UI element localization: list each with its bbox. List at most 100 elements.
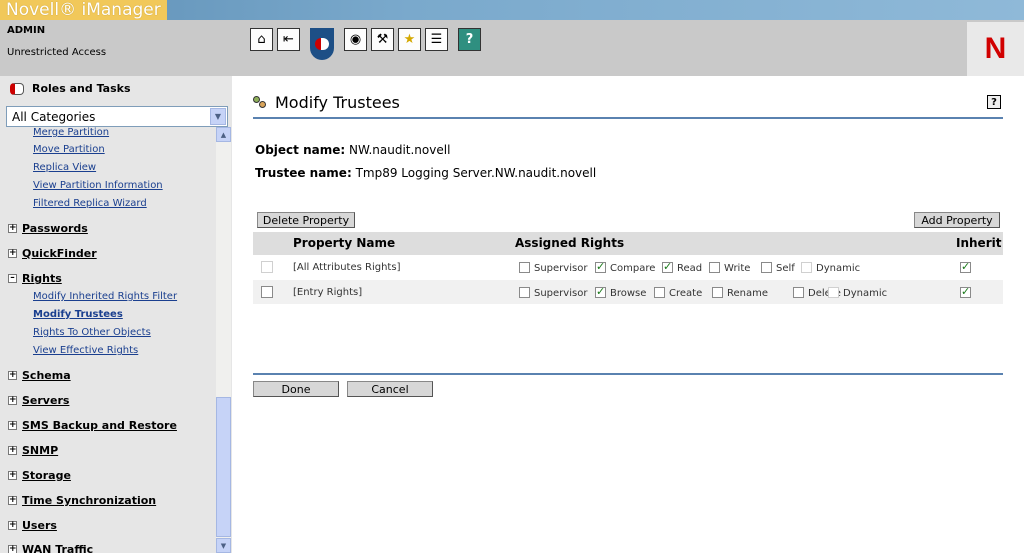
right-browse-checkbox[interactable] <box>595 285 606 298</box>
preferences-icon[interactable]: ☰ <box>425 28 448 51</box>
sidebar-scrollbar[interactable]: ▲ ▼ <box>216 127 231 553</box>
favorites-icon[interactable]: ★ <box>398 28 421 51</box>
scroll-up-icon[interactable]: ▲ <box>216 127 231 142</box>
group-quickfinder[interactable]: + QuickFinder <box>8 247 97 260</box>
trustee-name-label: Trustee name: <box>255 166 352 180</box>
group-label: Rights <box>22 272 62 285</box>
group-label: Passwords <box>22 222 88 235</box>
scroll-thumb[interactable] <box>216 397 231 537</box>
right-delete-checkbox[interactable] <box>793 287 804 298</box>
view-objects-icon[interactable]: ◉ <box>344 28 367 51</box>
app-logo: Novell® iManager <box>0 0 167 20</box>
sidebar: Roles and Tasks All Categories ▼ Merge P… <box>0 76 232 553</box>
right-create-checkbox[interactable] <box>654 287 665 298</box>
help-icon[interactable]: ? <box>987 95 1001 109</box>
expand-icon[interactable]: + <box>8 224 17 233</box>
group-users[interactable]: + Users <box>8 519 57 532</box>
chevron-down-icon[interactable]: ▼ <box>210 108 226 125</box>
category-value: All Categories <box>12 109 96 124</box>
roles-tasks-icon <box>10 82 24 95</box>
group-sms-backup[interactable]: + SMS Backup and Restore <box>8 419 177 432</box>
trustee-name-value: Tmp89 Logging Server.NW.naudit.novell <box>355 166 597 180</box>
inherit-checkbox[interactable] <box>960 285 971 298</box>
row-select-checkbox[interactable] <box>261 286 273 298</box>
help-icon[interactable]: ? <box>458 28 481 51</box>
group-storage[interactable]: + Storage <box>8 469 71 482</box>
group-label: Time Synchronization <box>22 494 157 507</box>
collapse-icon[interactable]: – <box>8 274 17 283</box>
right-label: Compare <box>610 263 656 274</box>
property-name: [Entry Rights] <box>293 287 363 298</box>
right-dynamic-checkbox <box>828 287 839 298</box>
right-label: Rename <box>727 288 769 299</box>
right-supervisor-checkbox[interactable] <box>519 287 530 298</box>
expand-icon[interactable]: + <box>8 446 17 455</box>
table-row: [All Attributes Rights] Supervisor Compa… <box>253 255 1003 280</box>
link-modify-trustees[interactable]: Modify Trustees <box>33 309 123 320</box>
object-name-label: Object name: <box>255 143 346 157</box>
table-row: [Entry Rights] Supervisor Browse Create … <box>253 280 1003 305</box>
expand-icon[interactable]: + <box>8 371 17 380</box>
add-property-button[interactable]: Add Property <box>914 212 1000 228</box>
trustees-icon <box>253 95 267 110</box>
link-filtered-replica-wizard[interactable]: Filtered Replica Wizard <box>33 198 147 209</box>
group-time-synchronization[interactable]: + Time Synchronization <box>8 494 156 507</box>
novell-logo: N <box>967 22 1024 76</box>
right-compare-checkbox[interactable] <box>595 260 606 273</box>
group-label: Users <box>22 519 57 532</box>
link-view-partition-information[interactable]: View Partition Information <box>33 180 163 191</box>
inherit-checkbox[interactable] <box>960 260 971 273</box>
group-wan-traffic[interactable]: + WAN Traffic <box>8 543 93 553</box>
sidebar-title: Roles and Tasks <box>32 82 131 95</box>
right-label: Dynamic <box>816 263 861 274</box>
link-move-partition[interactable]: Move Partition <box>33 144 105 155</box>
object-name: Object name: NW.naudit.novell <box>255 143 450 157</box>
exit-icon[interactable]: ⇤ <box>277 28 300 51</box>
right-label: Self <box>776 263 795 274</box>
group-schema[interactable]: + Schema <box>8 369 71 382</box>
cancel-button[interactable]: Cancel <box>347 381 433 397</box>
scroll-down-icon[interactable]: ▼ <box>216 538 231 553</box>
right-label: Supervisor <box>534 288 588 299</box>
right-read-checkbox[interactable] <box>662 260 673 273</box>
property-name: [All Attributes Rights] <box>293 262 401 273</box>
link-modify-inherited-rights-filter[interactable]: Modify Inherited Rights Filter <box>33 291 177 302</box>
done-button[interactable]: Done <box>253 381 339 397</box>
row-select-checkbox[interactable] <box>261 261 273 273</box>
home-icon[interactable]: ⌂ <box>250 28 273 51</box>
expand-icon[interactable]: + <box>8 471 17 480</box>
main-toolbar: ⌂ ⇤ ◉ ⚒ ★ ☰ ? <box>250 28 485 60</box>
right-supervisor-checkbox[interactable] <box>519 262 530 273</box>
group-servers[interactable]: + Servers <box>8 394 69 407</box>
expand-icon[interactable]: + <box>8 249 17 258</box>
right-rename-checkbox[interactable] <box>712 287 723 298</box>
link-view-effective-rights[interactable]: View Effective Rights <box>33 345 138 356</box>
expand-icon[interactable]: + <box>8 496 17 505</box>
right-label: Browse <box>610 288 647 299</box>
link-replica-view[interactable]: Replica View <box>33 162 96 173</box>
link-rights-to-other-objects[interactable]: Rights To Other Objects <box>33 327 151 338</box>
right-dynamic-checkbox <box>801 262 812 273</box>
right-self-checkbox[interactable] <box>761 262 772 273</box>
category-select[interactable]: All Categories ▼ <box>6 106 228 127</box>
column-assigned-rights: Assigned Rights <box>515 236 625 250</box>
group-passwords[interactable]: + Passwords <box>8 222 88 235</box>
divider <box>253 373 1003 375</box>
main-content: Modify Trustees ? Object name: NW.naudit… <box>232 76 1024 553</box>
right-write-checkbox[interactable] <box>709 262 720 273</box>
delete-property-button[interactable]: Delete Property <box>257 212 355 228</box>
expand-icon[interactable]: + <box>8 521 17 530</box>
configure-icon[interactable]: ⚒ <box>371 28 394 51</box>
group-rights[interactable]: – Rights <box>8 272 62 285</box>
link-merge-partition[interactable]: Merge Partition <box>33 127 109 138</box>
object-name-value: NW.naudit.novell <box>348 143 451 157</box>
user-name: ADMIN <box>7 25 46 36</box>
expand-icon[interactable]: + <box>8 421 17 430</box>
right-label: Create <box>669 288 703 299</box>
group-snmp[interactable]: + SNMP <box>8 444 58 457</box>
page-header: Modify Trustees <box>253 93 400 112</box>
roles-tasks-icon[interactable] <box>310 28 334 60</box>
expand-icon[interactable]: + <box>8 396 17 405</box>
column-inherit: Inherit <box>956 236 1002 250</box>
expand-icon[interactable]: + <box>8 545 17 553</box>
